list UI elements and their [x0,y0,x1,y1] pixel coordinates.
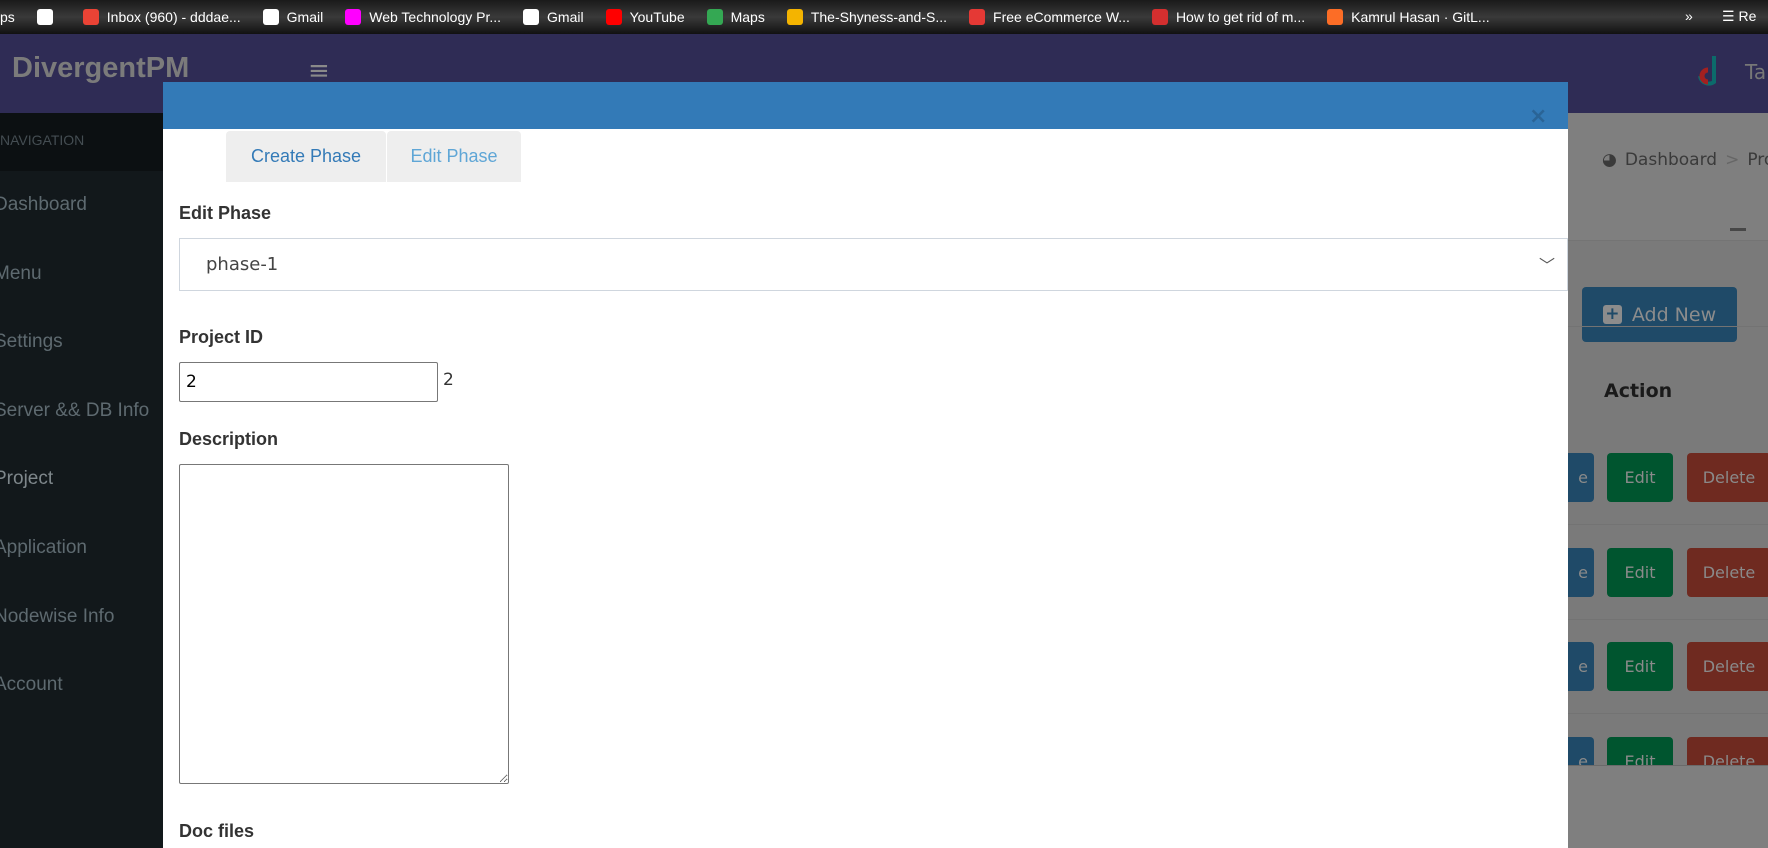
sidebar-item-settings[interactable]: Settings [0,331,164,353]
tab-edit-phase[interactable]: Edit Phase [387,131,521,182]
tab-create-phase[interactable]: Create Phase [226,131,386,182]
ad-icon [345,9,362,25]
edit-phase-modal: × Create Phase Edit Phase Edit Phase pha… [163,82,1568,848]
user-logo-icon[interactable] [1698,54,1724,94]
project-id-label: Project ID [179,327,264,347]
edit-phase-label: Edit Phase [179,203,272,223]
breadcrumb: ◕ Dashboard > Pro [1602,150,1768,170]
breadcrumb-home[interactable]: Dashboard [1625,150,1717,170]
nav-heading: NAVIGATION [0,113,170,171]
bookmark-label: Gmail [547,9,584,25]
doc-files-label: Doc files [179,821,255,841]
content-footer [1568,765,1768,848]
chevron-down-icon: ﹀ [1538,256,1555,275]
bookmark-item[interactable]: Free eCommerce W... [969,9,1130,25]
bookmark-item[interactable]: Gmail [262,9,324,25]
bookmark-label: Free eCommerce W... [993,9,1130,25]
gitlab-icon [1327,9,1344,25]
sidebar-item-account[interactable]: Account [0,674,164,696]
delete-button[interactable]: Delete [1687,642,1768,691]
gmail-icon [82,9,99,25]
bookmark-item[interactable]: Kamrul Hasan · GitL... [1327,9,1490,25]
breadcrumb-separator: > [1725,150,1740,170]
reading-list-label: Re [1738,8,1757,24]
sidebar: NAVIGATION Dashboard Menu Settings Server &… [0,113,170,848]
dashboard-gauge-icon: ◕ [1602,150,1617,170]
sidebar-item-application[interactable]: Application [0,537,164,559]
plus-square-icon: + [1602,305,1622,324]
more-bookmarks-button[interactable]: » [1685,8,1693,24]
phase-select[interactable]: phase-1 ﹀ [179,238,1568,291]
delete-button[interactable]: Delete [1687,547,1768,597]
sidebar-item-dashboard[interactable]: Dashboard [0,194,164,216]
phase-select-value: phase-1 [206,254,279,275]
sidebar-item-server-db-info[interactable]: Server && DB Info [0,400,164,422]
sidebar-item-project[interactable]: Project [0,468,164,490]
edit-button[interactable]: Edit [1607,453,1673,502]
bookmark-label: How to get rid of m... [1175,9,1306,25]
project-id-input[interactable] [179,362,438,402]
add-new-label: Add New [1631,303,1717,326]
bookmark-item[interactable]: Maps [706,9,765,25]
app-logo[interactable]: DivergentPM [12,52,189,85]
bookmark-item[interactable]: ps [0,9,15,25]
bookmark-label: YouTube [629,9,685,25]
maps-icon [706,9,723,25]
edit-button[interactable]: Edit [1607,642,1673,691]
bookmark-label: Gmail [286,9,324,25]
bookmark-label: Maps [730,9,765,25]
bookmark-item[interactable] [36,9,61,25]
modal-header: × [163,82,1568,129]
ecommerce-icon [969,9,986,25]
description-label: Description [179,429,279,449]
bookmark-item[interactable]: Inbox (960) - dddae... [82,9,241,25]
action-column-header: Action [1604,380,1673,402]
bookmark-item[interactable]: Gmail [523,9,584,25]
bookmarks-bar: ps Inbox (960) - dddae... Gmail Web Technol… [0,0,1768,34]
reading-list-button[interactable]: ☰ Re [1722,8,1756,25]
google-icon [262,9,279,25]
youtube-icon [605,9,622,25]
edit-button[interactable]: Edit [1607,547,1673,597]
in-icon [1151,9,1168,25]
add-new-button[interactable]: + Add New [1582,287,1737,342]
bookmark-label: Web Technology Pr... [369,9,502,25]
description-textarea[interactable] [179,464,509,784]
mm-icon [36,9,53,25]
bookmark-label: Kamrul Hasan · GitL... [1351,9,1490,25]
bookmark-label: Inbox (960) - dddae... [106,9,241,25]
sidebar-item-menu[interactable]: Menu [0,263,164,285]
bookmark-item[interactable]: YouTube [605,9,685,25]
colorgrid-icon [786,9,803,25]
bookmark-item[interactable]: The-Shyness-and-S... [786,9,948,25]
bookmark-item[interactable]: How to get rid of m... [1151,9,1306,25]
project-id-text: 2 [443,370,454,390]
google-icon [523,9,540,25]
bookmark-label: The-Shyness-and-S... [810,9,948,25]
breadcrumb-current: Pro [1747,150,1768,170]
sidebar-item-nodewise-info[interactable]: Nodewise Info [0,606,164,628]
bookmark-item[interactable]: Web Technology Pr... [345,9,501,25]
user-name[interactable]: Ta [1745,60,1766,84]
delete-button[interactable]: Delete [1687,453,1768,502]
collapse-icon[interactable] [1730,228,1746,231]
bookmark-label: ps [0,9,15,25]
close-icon[interactable]: × [1529,104,1547,129]
